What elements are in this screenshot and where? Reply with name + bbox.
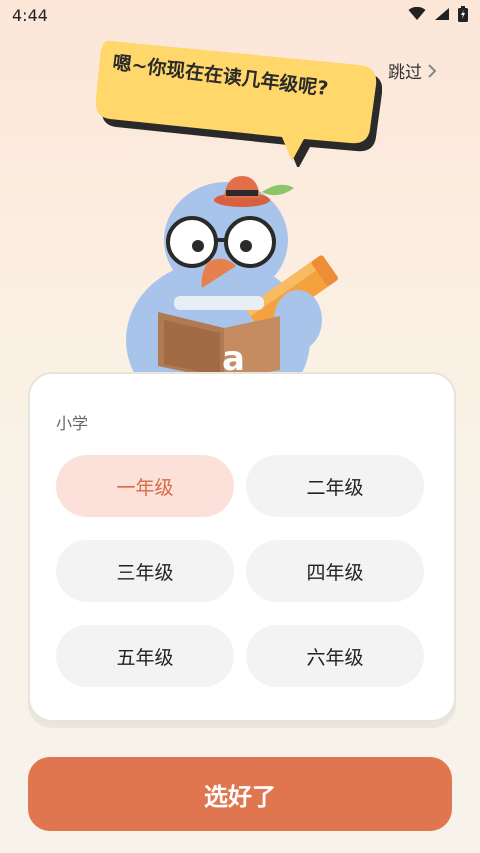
grade-option-label: 一年级 (116, 476, 174, 499)
grade-option-2[interactable]: 二年级 (246, 455, 424, 517)
status-time: 4:44 (12, 6, 48, 25)
confirm-label: 选好了 (204, 782, 276, 811)
grade-option-label: 五年级 (116, 646, 174, 669)
battery-icon (458, 6, 468, 22)
grade-option-5[interactable]: 五年级 (56, 625, 234, 687)
bird-mascot-illustration: a (126, 176, 338, 380)
cellular-signal-icon (435, 8, 449, 20)
wifi-icon (408, 7, 426, 20)
chevron-right-icon (428, 63, 437, 78)
grade-option-4[interactable]: 四年级 (246, 540, 424, 602)
confirm-button[interactable]: 选好了 (28, 757, 452, 831)
status-icons (408, 6, 468, 22)
skip-label: 跳过 (388, 63, 422, 83)
grade-option-label: 四年级 (306, 561, 364, 584)
grade-option-label: 六年级 (306, 646, 364, 669)
status-bar: 4:44 (0, 0, 480, 32)
grade-option-6[interactable]: 六年级 (246, 625, 424, 687)
grade-option-1[interactable]: 一年级 (56, 455, 234, 517)
skip-button[interactable]: 跳过 (388, 58, 438, 83)
grade-option-label: 三年级 (116, 561, 174, 584)
speech-bubble: 嗯~你现在在读几年级呢? (92, 37, 382, 167)
grade-option-3[interactable]: 三年级 (56, 540, 234, 602)
grade-option-label: 二年级 (306, 476, 364, 499)
section-label-primary-school: 小学 (56, 414, 89, 433)
grade-selection-card: 小学 一年级 二年级 三年级 四年级 五年级 六年级 (28, 372, 456, 722)
